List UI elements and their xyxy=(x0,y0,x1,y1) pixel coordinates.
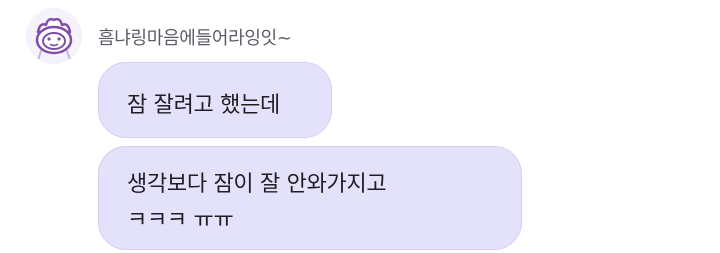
message-text: 잠 잘려고 했는데 xyxy=(127,93,280,118)
chat-message-group: 흠냐링마음에들어라잉잇~ 잠 잘려고 했는데 생각보다 잠이 잘 안와가지고 ㅋ… xyxy=(0,0,720,253)
purple-crowned-face-avatar-icon xyxy=(26,8,82,64)
message-text-line: 생각보다 잠이 잘 안와가지고 xyxy=(127,172,387,197)
message-bubble[interactable]: 잠 잘려고 했는데 xyxy=(98,62,332,138)
message-text-line: ㅋㅋㅋ ㅠㅠ xyxy=(127,208,234,233)
sender-name: 흠냐링마음에들어라잉잇~ xyxy=(98,28,292,49)
message-bubble[interactable]: 생각보다 잠이 잘 안와가지고 ㅋㅋㅋ ㅠㅠ xyxy=(98,146,522,250)
sender-avatar[interactable] xyxy=(26,8,82,64)
